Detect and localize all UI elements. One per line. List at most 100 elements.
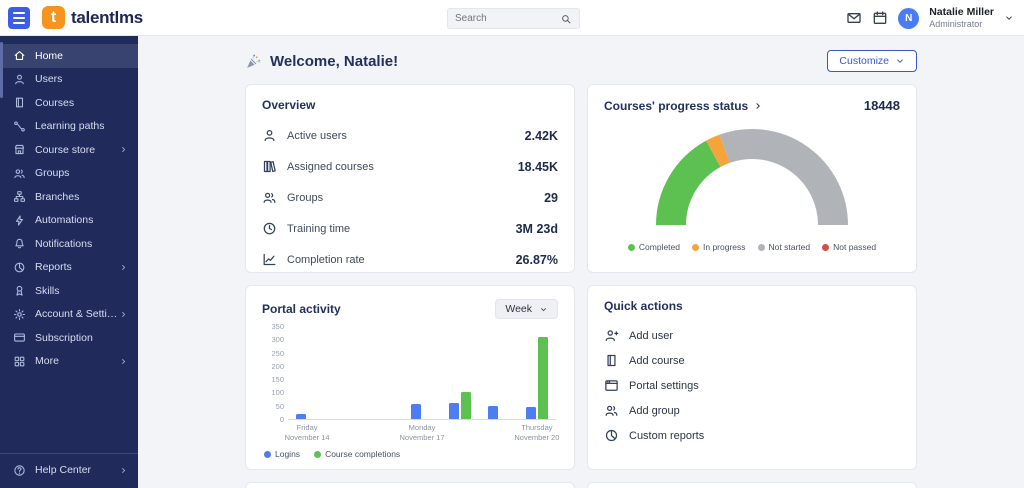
overview-row-value: 29 — [544, 191, 558, 205]
sidebar-item-courses[interactable]: Courses — [0, 91, 138, 115]
menu-icon — [13, 12, 25, 14]
portal-settings-icon — [604, 378, 619, 393]
party-popper-icon — [245, 53, 262, 70]
sidebar-item-help-center[interactable]: Help Center — [0, 459, 138, 483]
chevron-down-icon — [895, 56, 905, 66]
subscription-icon — [13, 331, 26, 344]
bar-logins — [411, 404, 421, 419]
period-select[interactable]: Week — [495, 299, 558, 319]
x-axis-label: FridayNovember 14 — [265, 423, 349, 443]
gauge-segment-not-started — [725, 144, 833, 225]
card-title: Overview — [262, 98, 558, 112]
sidebar-item-label: Course store — [35, 144, 95, 156]
overview-row-label: Training time — [287, 223, 350, 235]
x-axis-label: MondayNovember 17 — [380, 423, 464, 443]
active-users-icon — [262, 128, 277, 143]
chevron-down-icon — [539, 305, 548, 314]
legend-label: In progress — [703, 242, 746, 252]
quick-action-custom-reports[interactable]: Custom reports — [604, 428, 900, 443]
sidebar-item-account-settings[interactable]: Account & Settings — [0, 303, 138, 327]
search-input[interactable] — [448, 13, 560, 24]
groups-icon — [262, 190, 277, 205]
legend-label: Not passed — [833, 242, 876, 252]
welcome-row: Welcome, Natalie! Customize — [245, 48, 917, 74]
main-area: Welcome, Natalie! Customize Overview Act… — [138, 36, 1024, 488]
legend-item-not-started: Not started — [758, 242, 811, 252]
sidebar-nav: Home UsersCourses Learning paths Course sto… — [0, 36, 138, 453]
courses-progress-link[interactable]: Courses' progress status — [604, 99, 763, 113]
quick-action-label: Custom reports — [629, 430, 704, 442]
brand-logo[interactable]: t talentlms — [42, 6, 143, 29]
y-axis-label: 150 — [262, 375, 284, 384]
assigned-courses-icon — [262, 159, 277, 174]
legend-item-logins: Logins — [264, 449, 300, 459]
overview-row-label: Completion rate — [287, 254, 365, 266]
sidebar-item-automations[interactable]: Automations — [0, 209, 138, 233]
sidebar-item-subscription[interactable]: Subscription — [0, 326, 138, 350]
legend-label: Course completions — [325, 449, 400, 459]
sidebar-item-groups[interactable]: Groups — [0, 162, 138, 186]
quick-action-add-user[interactable]: Add user — [604, 328, 900, 343]
quick-action-add-course[interactable]: Add course — [604, 353, 900, 368]
quick-action-add-group[interactable]: Add group — [604, 403, 900, 418]
sidebar-item-branches[interactable]: Branches — [0, 185, 138, 209]
customize-button[interactable]: Customize — [827, 50, 917, 72]
quick-action-portal-settings[interactable]: Portal settings — [604, 378, 900, 393]
legend-label: Not started — [769, 242, 811, 252]
sidebar-item-label: Home — [35, 50, 63, 62]
sidebar-item-notifications[interactable]: Notifications — [0, 232, 138, 256]
calendar-icon[interactable] — [872, 10, 888, 26]
period-select-value: Week — [505, 303, 532, 315]
sidebar-item-home[interactable]: Home — [0, 44, 138, 68]
sidebar-item-label: Subscription — [35, 332, 93, 344]
bar-logins — [526, 407, 536, 419]
overview-row-value: 2.42K — [525, 129, 558, 143]
courses-progress-card: Courses' progress status 18448 Completed… — [587, 84, 917, 273]
sidebar-item-course-store[interactable]: Course store — [0, 138, 138, 162]
help-icon — [13, 464, 26, 477]
legend-label: Completed — [639, 242, 680, 252]
more-icon — [13, 355, 26, 368]
gauge-wrap — [604, 125, 900, 231]
quick-actions-card: Quick actions Add userAdd coursePortal s… — [587, 285, 917, 470]
avatar[interactable]: N — [898, 8, 919, 29]
sidebar-scrollbar[interactable] — [0, 42, 3, 98]
menu-toggle-button[interactable] — [8, 7, 30, 29]
sidebar-item-reports[interactable]: Reports — [0, 256, 138, 280]
x-axis-label-line: Thursday — [495, 423, 575, 433]
user-menu[interactable]: Natalie Miller Administrator — [929, 6, 994, 29]
bar-course-completions — [538, 337, 548, 419]
search-icon[interactable] — [560, 13, 572, 25]
sidebar-item-more[interactable]: More — [0, 350, 138, 374]
portal-activity-card: Portal activity Week 0501001502002503003… — [245, 285, 575, 470]
sidebar-item-skills[interactable]: Skills — [0, 279, 138, 303]
groups-icon — [13, 167, 26, 180]
portal-activity-chart: 050100150200250300350FridayNovember 14Mo… — [262, 324, 558, 446]
y-axis-label: 200 — [262, 362, 284, 371]
sidebar-item-learning-paths[interactable]: Learning paths — [0, 115, 138, 139]
user-role: Administrator — [929, 19, 994, 30]
sidebar-item-label: Learning paths — [35, 120, 104, 132]
card-title: Portal activity — [262, 302, 341, 316]
topbar-right: N Natalie Miller Administrator — [846, 0, 1014, 36]
legend-item-course-completions: Course completions — [314, 449, 400, 459]
brand-logo-text: talentlms — [71, 8, 143, 28]
sidebar-item-label: More — [35, 355, 59, 367]
sidebar-item-users[interactable]: Users — [0, 68, 138, 92]
y-axis-label: 300 — [262, 335, 284, 344]
overview-row-label: Active users — [287, 130, 347, 142]
overview-row-value: 18.45K — [518, 160, 558, 174]
y-axis-label: 350 — [262, 322, 284, 331]
users-icon — [13, 73, 26, 86]
quick-actions-list: Add user Add course Portal settings Add gro… — [604, 328, 900, 443]
messages-icon[interactable] — [846, 10, 862, 26]
custom-reports-icon — [604, 428, 619, 443]
learning-paths-icon — [13, 120, 26, 133]
overview-row: Training time3M 23d — [262, 221, 558, 236]
chevron-down-icon[interactable] — [1004, 13, 1014, 23]
legend-item-completed: Completed — [628, 242, 680, 252]
x-axis-label: ThursdayNovember 20 — [495, 423, 575, 443]
progress-gauge — [647, 125, 857, 231]
reports-icon — [13, 261, 26, 274]
legend-dot — [822, 244, 829, 251]
